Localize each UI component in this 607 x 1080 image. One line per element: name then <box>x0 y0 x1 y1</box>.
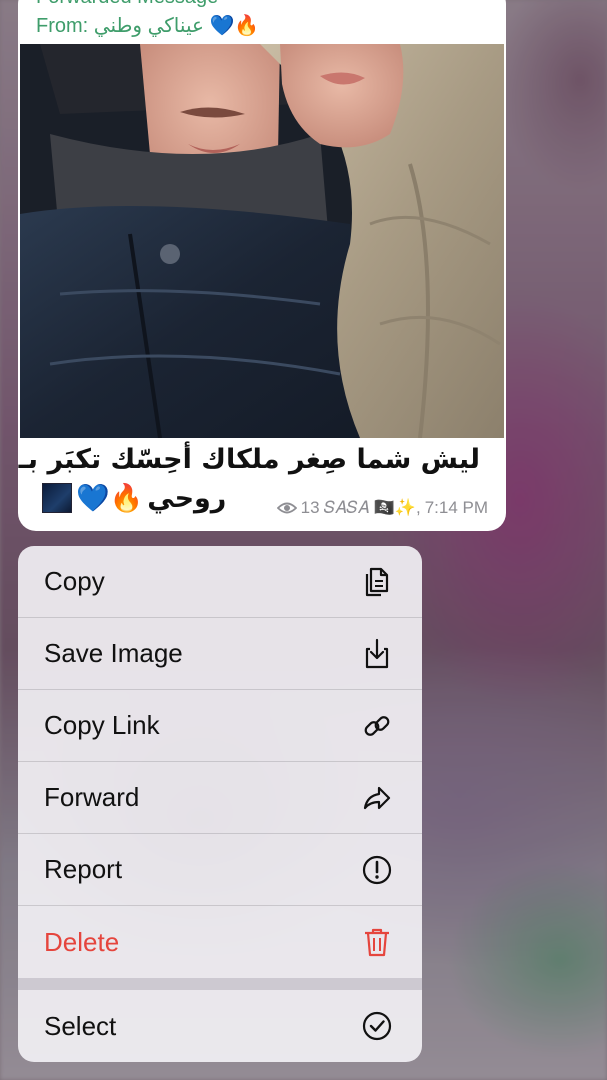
forward-title: Forwarded Message <box>36 0 218 8</box>
caption-text-2: روحي <box>147 482 227 514</box>
message-caption: ليش شما صِغر ملكاك أحِسّك تكبَر بـ 💙🔥 رو… <box>18 438 506 531</box>
menu-item-copy-link[interactable]: Copy Link <box>18 690 422 762</box>
menu-item-save-image[interactable]: Save Image <box>18 618 422 690</box>
author-signature: 𝑆𝐴𝑆𝐴 🏴‍☠️✨, <box>323 498 421 517</box>
menu-item-forward[interactable]: Forward <box>18 762 422 834</box>
copy-icon <box>360 565 394 599</box>
report-icon <box>360 853 394 887</box>
message-meta: 13 𝑆𝐴𝑆𝐴 🏴‍☠️✨, 7:14 PM <box>276 498 488 518</box>
forward-header: Forwarded Message From: عيناكي وطني 💙🔥 <box>18 0 506 44</box>
menu-item-delete[interactable]: Delete <box>18 906 422 978</box>
views-eye-icon <box>276 502 297 514</box>
save-image-icon <box>360 637 394 671</box>
forward-icon <box>360 781 394 815</box>
message-bubble[interactable]: Forwarded Message From: عيناكي وطني 💙🔥 <box>18 0 506 531</box>
select-check-icon <box>360 1009 394 1043</box>
menu-item-label: Report <box>44 854 123 884</box>
forward-from-name: عيناكي وطني <box>93 15 204 37</box>
menu-item-label: Delete <box>44 926 120 957</box>
menu-item-report[interactable]: Report <box>18 834 422 906</box>
caption-emoji: 💙🔥 <box>76 483 144 514</box>
context-menu: Copy Save Image Copy Link Forward Report… <box>18 546 422 1062</box>
caption-line-1: ليش شما صِغر ملكاك أحِسّك تكبَر بـ <box>18 444 480 475</box>
message-time: 7:14 PM <box>424 498 488 517</box>
menu-item-label: Copy Link <box>44 710 160 740</box>
forward-from[interactable]: From: عيناكي وطني 💙🔥 <box>36 14 259 38</box>
menu-separator <box>18 978 422 990</box>
forward-from-label: From: <box>36 15 89 37</box>
menu-item-label: Copy <box>44 566 105 596</box>
menu-item-copy[interactable]: Copy <box>18 546 422 618</box>
menu-item-label: Select <box>44 1010 117 1041</box>
trash-icon <box>360 925 394 959</box>
views-count: 13 <box>300 498 320 517</box>
menu-item-select[interactable]: Select <box>18 990 422 1062</box>
caption-line-2: 💙🔥 روحي <box>42 482 226 514</box>
menu-item-label: Forward <box>44 782 140 812</box>
message-photo[interactable] <box>20 44 504 438</box>
space-emoji-icon <box>42 483 72 513</box>
link-icon <box>360 709 394 743</box>
menu-item-label: Save Image <box>44 638 183 668</box>
forward-from-emoji: 💙🔥 <box>209 15 260 37</box>
